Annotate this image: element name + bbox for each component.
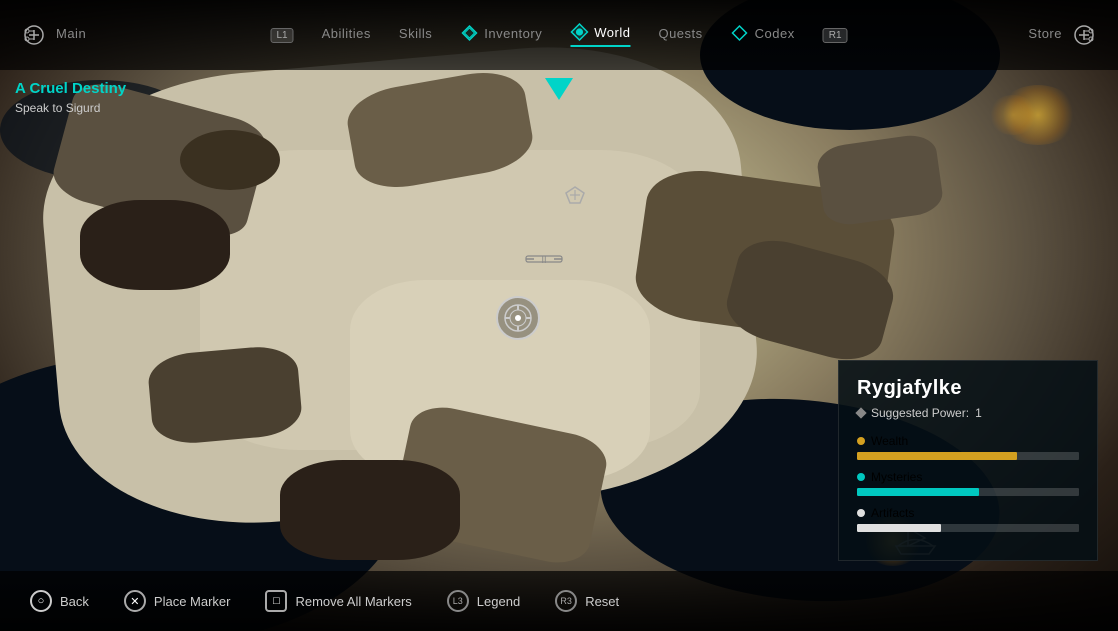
map-marker-1[interactable] — [560, 185, 590, 210]
tab-abilities-label: Abilities — [322, 26, 371, 41]
artifacts-dot — [857, 509, 865, 517]
mysteries-dot — [857, 473, 865, 481]
wealth-bar-fill — [857, 452, 1017, 460]
main-menu-icon[interactable] — [20, 21, 48, 49]
action-place-marker[interactable]: ✕ Place Marker — [124, 590, 231, 612]
place-marker-button-icon[interactable]: ✕ — [124, 590, 146, 612]
wealth-label: Wealth — [871, 434, 908, 448]
map-direction-arrow — [545, 78, 573, 100]
map-marker-2[interactable]: II — [524, 248, 564, 275]
artifacts-label: Artifacts — [871, 506, 914, 520]
tab-inventory-label: Inventory — [484, 26, 542, 41]
action-reset[interactable]: R3 Reset — [555, 590, 619, 612]
action-remove-markers[interactable]: □ Remove All Markers — [265, 590, 411, 612]
tab-world[interactable]: World — [570, 23, 630, 47]
l1-button[interactable]: L1 — [270, 28, 293, 43]
artifacts-bar-bg — [857, 524, 1079, 532]
remove-markers-button-icon[interactable]: □ — [265, 590, 287, 612]
power-diamond-icon — [855, 407, 866, 418]
place-marker-label: Place Marker — [154, 594, 231, 609]
tab-codex-label: Codex — [755, 26, 795, 41]
region-name: Rygjafylke — [857, 377, 1079, 400]
main-menu-label[interactable]: Main — [56, 26, 86, 45]
region-power: Suggested Power: 1 — [857, 406, 1079, 420]
region-info-panel: Rygjafylke Suggested Power: 1 Wealth Mys… — [838, 360, 1098, 561]
wealth-bar-empty — [1017, 452, 1079, 460]
remove-markers-label: Remove All Markers — [295, 594, 411, 609]
back-button-icon[interactable]: ○ — [30, 590, 52, 612]
player-position-marker — [496, 296, 540, 340]
stat-label-mysteries: Mysteries — [857, 470, 1079, 484]
svg-text:II: II — [541, 255, 546, 265]
map-light-2 — [988, 95, 1038, 135]
artifacts-bar-fill — [857, 524, 941, 532]
reset-label: Reset — [585, 594, 619, 609]
stat-label-wealth: Wealth — [857, 434, 1079, 448]
tab-world-label: World — [594, 25, 630, 40]
region-power-label: Suggested Power: — [871, 406, 969, 420]
action-back[interactable]: ○ Back — [30, 590, 89, 612]
bottom-action-bar: ○ Back ✕ Place Marker □ Remove All Marke… — [0, 571, 1118, 631]
nav-center: L1 Abilities Skills Inventory World Ques… — [270, 23, 847, 47]
tab-abilities[interactable]: Abilities — [322, 26, 371, 45]
player-circle — [496, 296, 540, 340]
tab-skills[interactable]: Skills — [399, 26, 432, 45]
mysteries-bar-bg — [857, 488, 1079, 496]
tab-inventory[interactable]: Inventory — [460, 24, 542, 46]
nav-right: Store — [1028, 21, 1098, 49]
nav-left: Main — [20, 21, 86, 49]
mysteries-bar-empty — [979, 488, 1079, 496]
legend-label: Legend — [477, 594, 520, 609]
store-icon[interactable] — [1070, 21, 1098, 49]
wealth-bar-bg — [857, 452, 1079, 460]
tab-quests[interactable]: Quests — [658, 26, 702, 45]
quest-info-panel: A Cruel Destiny Speak to Sigurd — [15, 80, 126, 115]
reset-button-icon[interactable]: R3 — [555, 590, 577, 612]
stat-row-artifacts: Artifacts — [857, 506, 1079, 532]
region-power-value: 1 — [975, 406, 982, 420]
back-label: Back — [60, 594, 89, 609]
stat-row-wealth: Wealth — [857, 434, 1079, 460]
artifacts-bar-empty — [941, 524, 1079, 532]
top-nav-bar: Main L1 Abilities Skills Inventory World… — [0, 0, 1118, 70]
mysteries-bar-fill — [857, 488, 979, 496]
legend-button-icon[interactable]: L3 — [447, 590, 469, 612]
action-legend[interactable]: L3 Legend — [447, 590, 520, 612]
r1-button[interactable]: R1 — [823, 28, 848, 43]
wealth-dot — [857, 437, 865, 445]
tab-skills-label: Skills — [399, 26, 432, 41]
stat-row-mysteries: Mysteries — [857, 470, 1079, 496]
quest-subtitle: Speak to Sigurd — [15, 101, 126, 115]
tab-quests-label: Quests — [658, 26, 702, 41]
stat-label-artifacts: Artifacts — [857, 506, 1079, 520]
tab-codex[interactable]: Codex — [731, 24, 795, 46]
store-label[interactable]: Store — [1028, 26, 1062, 45]
mysteries-label: Mysteries — [871, 470, 922, 484]
quest-title: A Cruel Destiny — [15, 80, 126, 97]
